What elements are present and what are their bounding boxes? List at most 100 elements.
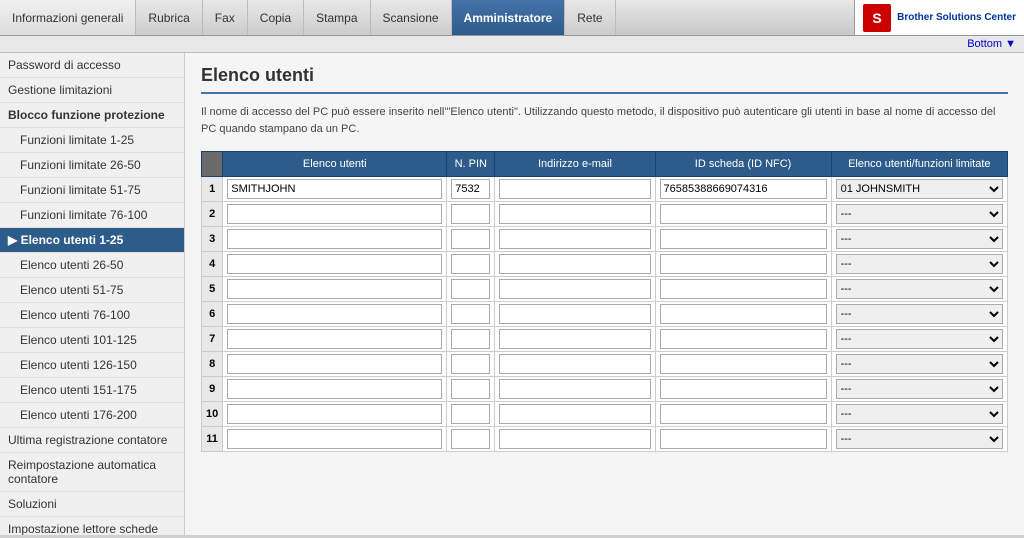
funzioni-select-1[interactable]: 01 JOHNSMITH	[836, 179, 1003, 199]
tab-stampa[interactable]: Stampa	[304, 0, 370, 35]
pin-input-8[interactable]	[451, 354, 490, 374]
svg-text:S: S	[872, 10, 881, 26]
elenco-input-9[interactable]	[227, 379, 442, 399]
funzioni-select-11[interactable]: ---	[836, 429, 1003, 449]
id-input-6[interactable]	[660, 304, 827, 324]
elenco-input-5[interactable]	[227, 279, 442, 299]
pin-input-2[interactable]	[451, 204, 490, 224]
sidebar-item-funzioni1[interactable]: Funzioni limitate 1-25	[0, 128, 184, 153]
pin-input-6[interactable]	[451, 304, 490, 324]
id-input-10[interactable]	[660, 404, 827, 424]
id-input-1[interactable]	[660, 179, 827, 199]
elenco-input-11[interactable]	[227, 429, 442, 449]
funzioni-select-10[interactable]: ---	[836, 404, 1003, 424]
pin-input-5[interactable]	[451, 279, 490, 299]
bottom-link[interactable]: Bottom ▼	[967, 38, 1016, 50]
tab-scansione[interactable]: Scansione	[371, 0, 452, 35]
sidebar-item-funzioni4[interactable]: Funzioni limitate 76-100	[0, 203, 184, 228]
id-input-5[interactable]	[660, 279, 827, 299]
funzioni-select-7[interactable]: ---	[836, 329, 1003, 349]
row-number-3: 3	[202, 227, 223, 252]
funzioni-select-4[interactable]: ---	[836, 254, 1003, 274]
email-input-4[interactable]	[499, 254, 650, 274]
id-input-4[interactable]	[660, 254, 827, 274]
row-number-11: 11	[202, 427, 223, 452]
pin-input-9[interactable]	[451, 379, 490, 399]
sidebar-item-ultima[interactable]: Ultima registrazione contatore	[0, 428, 184, 453]
pin-input-3[interactable]	[451, 229, 490, 249]
elenco-input-3[interactable]	[227, 229, 442, 249]
sidebar-item-blocco[interactable]: Blocco funzione protezione	[0, 103, 184, 128]
funzioni-select-6[interactable]: ---	[836, 304, 1003, 324]
sidebar-item-elenco4[interactable]: Elenco utenti 76-100	[0, 303, 184, 328]
email-input-11[interactable]	[499, 429, 650, 449]
email-input-9[interactable]	[499, 379, 650, 399]
elenco-input-2[interactable]	[227, 204, 442, 224]
elenco-input-10[interactable]	[227, 404, 442, 424]
tab-copia[interactable]: Copia	[248, 0, 304, 35]
funzioni-select-5[interactable]: ---	[836, 279, 1003, 299]
email-input-8[interactable]	[499, 354, 650, 374]
id-input-9[interactable]	[660, 379, 827, 399]
elenco-input-7[interactable]	[227, 329, 442, 349]
pin-input-1[interactable]	[451, 179, 490, 199]
table-row: 4---	[202, 252, 1008, 277]
sidebar-item-impostazione[interactable]: Impostazione lettore schede	[0, 517, 184, 535]
id-input-2[interactable]	[660, 204, 827, 224]
email-input-2[interactable]	[499, 204, 650, 224]
elenco-input-4[interactable]	[227, 254, 442, 274]
funzioni-select-3[interactable]: ---	[836, 229, 1003, 249]
col-header-num	[202, 152, 223, 177]
row-number-8: 8	[202, 352, 223, 377]
sidebar-item-elenco2[interactable]: Elenco utenti 26-50	[0, 253, 184, 278]
elenco-input-1[interactable]	[227, 179, 442, 199]
pin-input-10[interactable]	[451, 404, 490, 424]
sidebar-item-elenco5[interactable]: Elenco utenti 101-125	[0, 328, 184, 353]
sidebar-item-gestione[interactable]: Gestione limitazioni	[0, 78, 184, 103]
tab-informazioni[interactable]: Informazioni generali	[0, 0, 136, 35]
pin-input-7[interactable]	[451, 329, 490, 349]
table-row: 5---	[202, 277, 1008, 302]
sidebar-item-funzioni3[interactable]: Funzioni limitate 51-75	[0, 178, 184, 203]
sidebar-item-elenco3[interactable]: Elenco utenti 51-75	[0, 278, 184, 303]
brother-logo[interactable]: S Brother Solutions Center	[854, 0, 1024, 35]
id-input-7[interactable]	[660, 329, 827, 349]
pin-input-4[interactable]	[451, 254, 490, 274]
email-input-10[interactable]	[499, 404, 650, 424]
sidebar-item-elenco1[interactable]: ▶ Elenco utenti 1-25	[0, 228, 184, 253]
tab-rete[interactable]: Rete	[565, 0, 615, 35]
funzioni-select-9[interactable]: ---	[836, 379, 1003, 399]
funzioni-select-2[interactable]: ---	[836, 204, 1003, 224]
sidebar-item-elenco6[interactable]: Elenco utenti 126-150	[0, 353, 184, 378]
email-input-7[interactable]	[499, 329, 650, 349]
email-input-5[interactable]	[499, 279, 650, 299]
id-input-3[interactable]	[660, 229, 827, 249]
tab-fax[interactable]: Fax	[203, 0, 248, 35]
table-row: 6 ---	[202, 302, 1008, 327]
elenco-input-6[interactable]	[227, 304, 442, 324]
col-header-id: ID scheda (ID NFC)	[655, 152, 831, 177]
id-input-8[interactable]	[660, 354, 827, 374]
tab-rubrica[interactable]: Rubrica	[136, 0, 202, 35]
elenco-input-8[interactable]	[227, 354, 442, 374]
email-input-3[interactable]	[499, 229, 650, 249]
sidebar-item-elenco7[interactable]: Elenco utenti 151-175	[0, 378, 184, 403]
col-header-elenco: Elenco utenti	[223, 152, 447, 177]
sidebar-item-password[interactable]: Password di accesso	[0, 53, 184, 78]
email-input-1[interactable]	[499, 179, 650, 199]
sidebar-item-soluzioni[interactable]: Soluzioni	[0, 492, 184, 517]
funzioni-select-8[interactable]: ---	[836, 354, 1003, 374]
sidebar-item-reimpostazione[interactable]: Reimpostazione automatica contatore	[0, 453, 184, 492]
col-header-email: Indirizzo e-mail	[495, 152, 655, 177]
email-input-6[interactable]	[499, 304, 650, 324]
sidebar-item-elenco8[interactable]: Elenco utenti 176-200	[0, 403, 184, 428]
tab-amministratore[interactable]: Amministratore	[452, 0, 566, 35]
col-header-funzioni: Elenco utenti/funzioni limitate	[831, 152, 1007, 177]
page-title: Elenco utenti	[201, 65, 1008, 94]
row-number-6: 6	[202, 302, 223, 327]
id-input-11[interactable]	[660, 429, 827, 449]
page-description: Il nome di accesso del PC può essere ins…	[201, 104, 1008, 137]
pin-input-11[interactable]	[451, 429, 490, 449]
sidebar-item-funzioni2[interactable]: Funzioni limitate 26-50	[0, 153, 184, 178]
table-row: 9---	[202, 377, 1008, 402]
